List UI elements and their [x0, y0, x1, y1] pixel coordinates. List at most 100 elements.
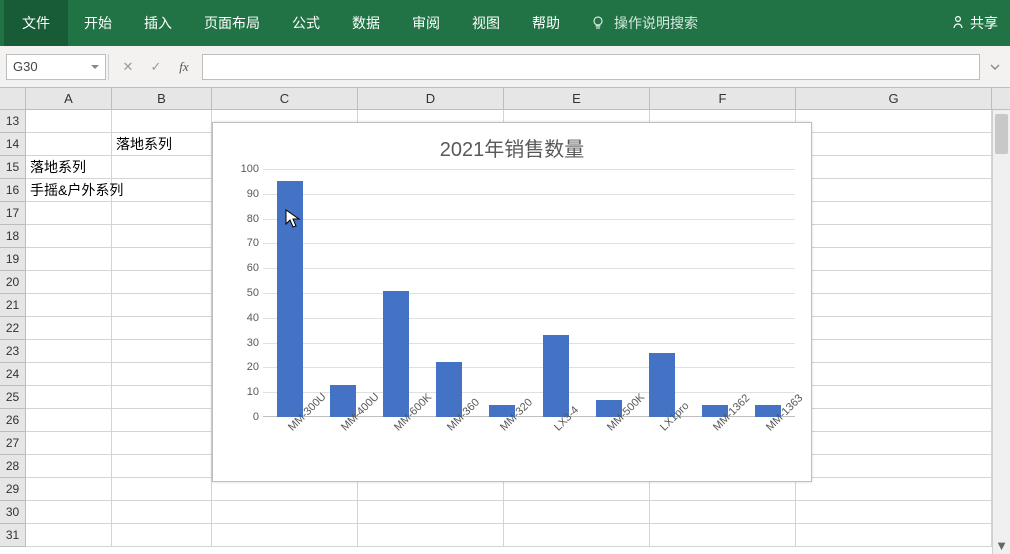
row-header-28[interactable]: 28: [0, 455, 26, 478]
row-header-27[interactable]: 27: [0, 432, 26, 455]
row-header-25[interactable]: 25: [0, 386, 26, 409]
name-box[interactable]: G30: [6, 54, 106, 80]
share-button[interactable]: 共享: [950, 13, 998, 33]
row-header-24[interactable]: 24: [0, 363, 26, 386]
row-header-31[interactable]: 31: [0, 524, 26, 547]
column-header-E[interactable]: E: [504, 88, 650, 109]
tab-file[interactable]: 文件: [4, 0, 68, 46]
row-header-13[interactable]: 13: [0, 110, 26, 133]
row-header-15[interactable]: 15: [0, 156, 26, 179]
cell-A17[interactable]: [26, 202, 112, 225]
tab-help[interactable]: 帮助: [516, 0, 576, 46]
cell-A23[interactable]: [26, 340, 112, 363]
cell-A16[interactable]: 手摇&户外系列: [26, 179, 112, 202]
cell-B24[interactable]: [112, 363, 212, 386]
tab-page-layout[interactable]: 页面布局: [188, 0, 276, 46]
cell-G22[interactable]: [796, 317, 992, 340]
cell-D31[interactable]: [358, 524, 504, 547]
cell-B18[interactable]: [112, 225, 212, 248]
cell-B20[interactable]: [112, 271, 212, 294]
column-header-D[interactable]: D: [358, 88, 504, 109]
cell-B26[interactable]: [112, 409, 212, 432]
cell-C31[interactable]: [212, 524, 358, 547]
cell-B25[interactable]: [112, 386, 212, 409]
row-header-19[interactable]: 19: [0, 248, 26, 271]
cell-A20[interactable]: [26, 271, 112, 294]
cell-G26[interactable]: [796, 409, 992, 432]
cell-B29[interactable]: [112, 478, 212, 501]
cell-A25[interactable]: [26, 386, 112, 409]
cell-A24[interactable]: [26, 363, 112, 386]
row-header-29[interactable]: 29: [0, 478, 26, 501]
cell-A18[interactable]: [26, 225, 112, 248]
row-header-26[interactable]: 26: [0, 409, 26, 432]
cell-G13[interactable]: [796, 110, 992, 133]
cell-A28[interactable]: [26, 455, 112, 478]
cell-G23[interactable]: [796, 340, 992, 363]
cell-A19[interactable]: [26, 248, 112, 271]
cell-C30[interactable]: [212, 501, 358, 524]
cell-G25[interactable]: [796, 386, 992, 409]
cell-G19[interactable]: [796, 248, 992, 271]
cell-B21[interactable]: [112, 294, 212, 317]
row-header-23[interactable]: 23: [0, 340, 26, 363]
row-header-16[interactable]: 16: [0, 179, 26, 202]
chart-bar[interactable]: [383, 291, 409, 417]
chart-bar[interactable]: [543, 335, 569, 417]
row-header-22[interactable]: 22: [0, 317, 26, 340]
cell-G24[interactable]: [796, 363, 992, 386]
cell-G18[interactable]: [796, 225, 992, 248]
cell-A27[interactable]: [26, 432, 112, 455]
cell-E30[interactable]: [504, 501, 650, 524]
column-header-A[interactable]: A: [26, 88, 112, 109]
chart-bar[interactable]: [649, 353, 675, 417]
cell-B17[interactable]: [112, 202, 212, 225]
cell-G16[interactable]: [796, 179, 992, 202]
cell-A31[interactable]: [26, 524, 112, 547]
cell-B13[interactable]: [112, 110, 212, 133]
row-header-21[interactable]: 21: [0, 294, 26, 317]
cell-A14[interactable]: [26, 133, 112, 156]
tab-home[interactable]: 开始: [68, 0, 128, 46]
cell-G27[interactable]: [796, 432, 992, 455]
cell-B22[interactable]: [112, 317, 212, 340]
row-header-20[interactable]: 20: [0, 271, 26, 294]
row-header-30[interactable]: 30: [0, 501, 26, 524]
cell-G29[interactable]: [796, 478, 992, 501]
cell-B30[interactable]: [112, 501, 212, 524]
cell-D30[interactable]: [358, 501, 504, 524]
cell-B16[interactable]: [112, 179, 212, 202]
tab-formulas[interactable]: 公式: [276, 0, 336, 46]
cell-B28[interactable]: [112, 455, 212, 478]
formula-input[interactable]: [202, 54, 980, 80]
row-header-17[interactable]: 17: [0, 202, 26, 225]
embedded-chart[interactable]: 2021年销售数量 0102030405060708090100MM-300UM…: [212, 122, 812, 482]
tab-view[interactable]: 视图: [456, 0, 516, 46]
tab-insert[interactable]: 插入: [128, 0, 188, 46]
cell-E31[interactable]: [504, 524, 650, 547]
cell-A22[interactable]: [26, 317, 112, 340]
cell-F30[interactable]: [650, 501, 796, 524]
cancel-button[interactable]: ✕: [114, 54, 142, 80]
column-header-B[interactable]: B: [112, 88, 212, 109]
cell-G30[interactable]: [796, 501, 992, 524]
tell-me-search[interactable]: 操作说明搜索: [576, 13, 712, 33]
cell-G20[interactable]: [796, 271, 992, 294]
scroll-thumb[interactable]: [995, 114, 1008, 154]
tab-review[interactable]: 审阅: [396, 0, 456, 46]
cell-B14[interactable]: 落地系列: [112, 133, 212, 156]
cell-A26[interactable]: [26, 409, 112, 432]
cell-G21[interactable]: [796, 294, 992, 317]
scroll-down-arrow[interactable]: ▼: [993, 536, 1010, 554]
chart-bar[interactable]: [277, 181, 303, 417]
cell-B27[interactable]: [112, 432, 212, 455]
cell-B23[interactable]: [112, 340, 212, 363]
column-header-C[interactable]: C: [212, 88, 358, 109]
spreadsheet-grid[interactable]: ABCDEFG 1314落地系列15落地系列16手摇&户外系列171819202…: [0, 88, 1010, 554]
insert-function-button[interactable]: fx: [170, 54, 198, 80]
cell-B19[interactable]: [112, 248, 212, 271]
chart-bar[interactable]: [436, 362, 462, 417]
column-header-F[interactable]: F: [650, 88, 796, 109]
vertical-scrollbar[interactable]: ▲ ▼: [992, 110, 1010, 554]
cell-A29[interactable]: [26, 478, 112, 501]
